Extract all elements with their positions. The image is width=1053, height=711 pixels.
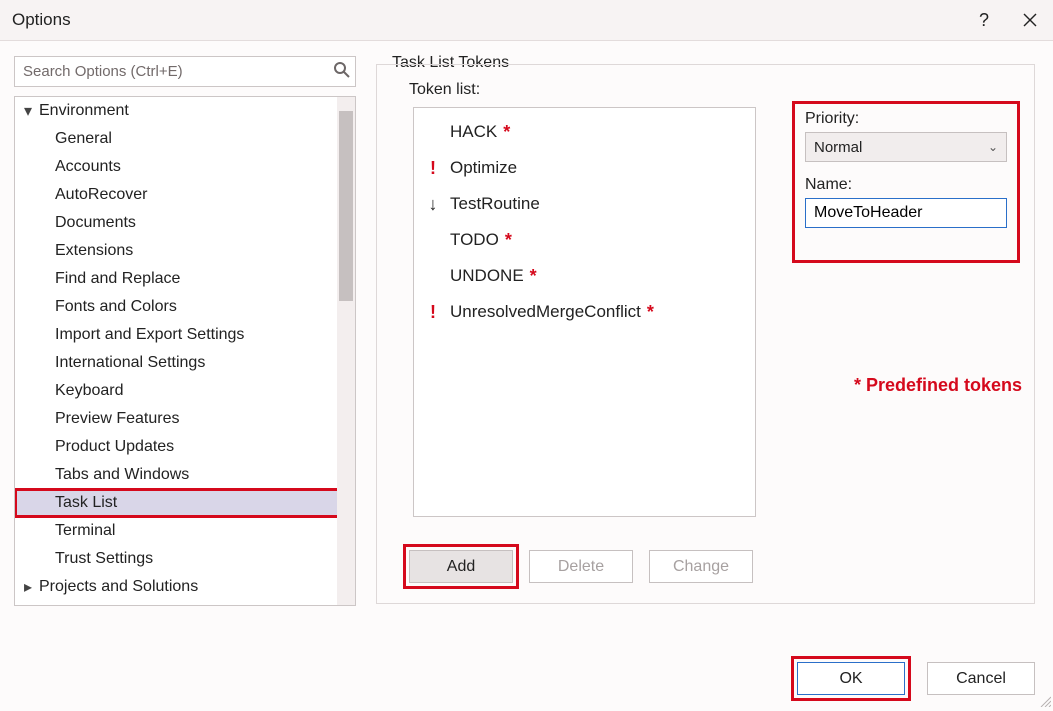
- tree-label: Task List: [55, 494, 117, 512]
- tree-item-autorecover[interactable]: AutoRecover: [15, 181, 355, 209]
- tree-item-terminal[interactable]: Terminal: [15, 517, 355, 545]
- tree-item-intl-settings[interactable]: International Settings: [15, 349, 355, 377]
- token-list[interactable]: HACK * ! Optimize ↓ TestRoutine TODO *: [413, 107, 756, 517]
- priority-select[interactable]: Normal ⌄: [805, 132, 1007, 162]
- tree-item-environment[interactable]: ▾ Environment: [15, 97, 355, 125]
- tree-label: Preview Features: [55, 410, 180, 428]
- tree-item-accounts[interactable]: Accounts: [15, 153, 355, 181]
- tree-label: Find and Replace: [55, 270, 180, 288]
- tree-item-product-updates[interactable]: Product Updates: [15, 433, 355, 461]
- tree-item-general[interactable]: General: [15, 125, 355, 153]
- button-label: Cancel: [956, 670, 1006, 688]
- button-label: Delete: [558, 558, 604, 576]
- tree-label: Environment: [39, 102, 129, 120]
- token-row-optimize[interactable]: ! Optimize: [414, 150, 755, 186]
- tree-item-tabs-windows[interactable]: Tabs and Windows: [15, 461, 355, 489]
- dialog-buttons: OK Cancel: [797, 662, 1035, 695]
- change-button[interactable]: Change: [649, 550, 753, 583]
- options-tree[interactable]: ▾ Environment General Accounts AutoRecov…: [14, 96, 356, 606]
- exclamation-icon: !: [422, 302, 444, 323]
- tree-item-extensions[interactable]: Extensions: [15, 237, 355, 265]
- asterisk-icon: *: [647, 302, 654, 323]
- exclamation-icon: !: [422, 158, 444, 179]
- token-row-undone[interactable]: UNDONE *: [414, 258, 755, 294]
- cancel-button[interactable]: Cancel: [927, 662, 1035, 695]
- delete-button[interactable]: Delete: [529, 550, 633, 583]
- tree-label: Accounts: [55, 158, 121, 176]
- token-name: TestRoutine: [450, 194, 540, 214]
- tree-item-projects-solutions[interactable]: ▸ Projects and Solutions: [15, 573, 355, 601]
- token-name: UNDONE: [450, 266, 524, 286]
- tree-item-keyboard[interactable]: Keyboard: [15, 377, 355, 405]
- priority-name-group: Priority: Normal ⌄ Name:: [792, 101, 1020, 263]
- window-title: Options: [12, 10, 71, 30]
- resize-grip[interactable]: [1037, 693, 1051, 707]
- ok-button[interactable]: OK: [797, 662, 905, 695]
- add-button[interactable]: Add: [409, 550, 513, 583]
- priority-value: Normal: [814, 139, 862, 156]
- tree-item-documents[interactable]: Documents: [15, 209, 355, 237]
- expander-icon: ▸: [21, 577, 35, 597]
- tree-item-find-replace[interactable]: Find and Replace: [15, 265, 355, 293]
- tree-label: AutoRecover: [55, 186, 148, 204]
- token-actions: Add Delete Change: [409, 550, 753, 583]
- tree-item-import-export[interactable]: Import and Export Settings: [15, 321, 355, 349]
- button-label: Add: [447, 558, 475, 576]
- token-name: Optimize: [450, 158, 517, 178]
- token-row-mergeconflict[interactable]: ! UnresolvedMergeConflict *: [414, 294, 755, 330]
- tree-item-task-list[interactable]: Task List: [15, 489, 355, 517]
- priority-label: Priority:: [805, 110, 1007, 128]
- tree-scrollbar-track[interactable]: [337, 97, 355, 605]
- tree-label: Fonts and Colors: [55, 298, 177, 316]
- search-icon[interactable]: [333, 61, 350, 83]
- button-label: OK: [839, 670, 862, 688]
- tree-label: Keyboard: [55, 382, 124, 400]
- tree-label: Extensions: [55, 242, 133, 260]
- tree-label: Documents: [55, 214, 136, 232]
- tree-label: Tabs and Windows: [55, 466, 189, 484]
- tree-item-trust-settings[interactable]: Trust Settings: [15, 545, 355, 573]
- help-button[interactable]: ?: [961, 0, 1007, 41]
- expander-icon: ▾: [21, 101, 35, 121]
- titlebar: Options ?: [0, 0, 1053, 41]
- fieldset: Token list: HACK * ! Optimize ↓ TestRout…: [376, 64, 1035, 604]
- tree-item-preview-features[interactable]: Preview Features: [15, 405, 355, 433]
- chevron-down-icon: ⌄: [988, 140, 998, 154]
- help-icon: ?: [979, 10, 989, 31]
- tree-item-fonts-colors[interactable]: Fonts and Colors: [15, 293, 355, 321]
- tree-label: International Settings: [55, 354, 205, 372]
- button-label: Change: [673, 558, 729, 576]
- name-input[interactable]: [805, 198, 1007, 228]
- name-label: Name:: [805, 176, 1007, 194]
- token-name: HACK: [450, 122, 497, 142]
- tree-label: Projects and Solutions: [39, 578, 198, 596]
- close-button[interactable]: [1007, 0, 1053, 41]
- close-icon: [1023, 13, 1037, 27]
- predefined-annotation: * Predefined tokens: [854, 375, 1022, 396]
- task-list-panel: Task List Tokens Token list: HACK * ! Op…: [376, 56, 1035, 656]
- token-row-hack[interactable]: HACK *: [414, 114, 755, 150]
- token-list-label: Token list:: [409, 81, 480, 99]
- search-input[interactable]: [14, 56, 356, 87]
- tree-scrollbar-thumb[interactable]: [339, 111, 353, 301]
- tree-label: Import and Export Settings: [55, 326, 244, 344]
- token-row-todo[interactable]: TODO *: [414, 222, 755, 258]
- search-box: [14, 56, 356, 87]
- tree-label: Terminal: [55, 522, 115, 540]
- tree-label: Product Updates: [55, 438, 174, 456]
- arrow-down-icon: ↓: [422, 194, 444, 215]
- asterisk-icon: *: [530, 266, 537, 287]
- token-name: UnresolvedMergeConflict: [450, 302, 641, 322]
- token-name: TODO: [450, 230, 499, 250]
- asterisk-icon: *: [503, 122, 510, 143]
- tree-label: Trust Settings: [55, 550, 153, 568]
- tree-label: General: [55, 130, 112, 148]
- token-row-testroutine[interactable]: ↓ TestRoutine: [414, 186, 755, 222]
- asterisk-icon: *: [505, 230, 512, 251]
